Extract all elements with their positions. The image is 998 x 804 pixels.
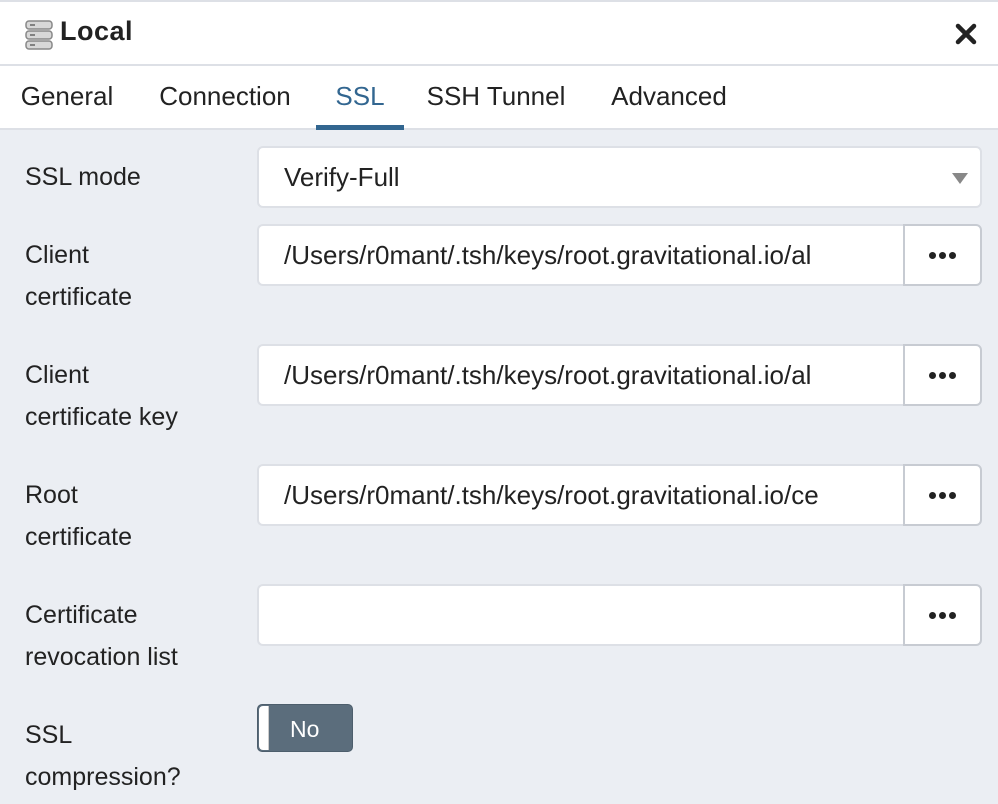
client-certificate-key-value: /Users/r0mant/.tsh/keys/root.gravitation… [284, 360, 812, 390]
client-certificate-key-browse-button[interactable] [903, 344, 982, 406]
ssl-compression-toggle[interactable]: No [257, 704, 353, 752]
root-certificate-value: /Users/r0mant/.tsh/keys/root.gravitation… [284, 480, 819, 510]
tab-ssh-tunnel[interactable]: SSH Tunnel [424, 66, 568, 128]
crl-input[interactable] [257, 584, 904, 646]
label-line: Root [25, 481, 78, 509]
ssl-mode-select[interactable]: Verify-Full [257, 146, 982, 208]
label-line: certificate [25, 283, 132, 311]
label-line: certificate key [25, 403, 178, 431]
ellipsis-icon [929, 371, 956, 379]
client-certificate-key-input[interactable]: /Users/r0mant/.tsh/keys/root.gravitation… [257, 344, 904, 406]
caret-down-icon [952, 173, 968, 184]
ssl-mode-value: Verify-Full [284, 162, 400, 192]
close-icon[interactable] [952, 20, 980, 48]
toggle-state: No [290, 716, 320, 742]
crl-browse-button[interactable] [903, 584, 982, 646]
label-line: SSL [25, 721, 73, 749]
client-certificate-input[interactable]: /Users/r0mant/.tsh/keys/root.gravitation… [257, 224, 904, 286]
root-certificate-label: Root certificate [25, 474, 132, 558]
dialog-title: Local [60, 16, 134, 46]
label-line: compression? [25, 763, 181, 791]
ssl-mode-label: SSL mode [25, 163, 141, 191]
tab-connection[interactable]: Connection [154, 66, 296, 128]
client-certificate-key-label: Client certificate key [25, 354, 178, 438]
label-line: revocation list [25, 643, 178, 671]
label-line: Certificate [25, 601, 138, 629]
ssl-compression-label: SSL compression? [25, 714, 181, 798]
ellipsis-icon [929, 611, 956, 619]
ellipsis-icon [929, 491, 956, 499]
label-line: certificate [25, 523, 132, 551]
toggle-knob [259, 706, 269, 750]
tab-bar: General Connection SSL SSH Tunnel Advanc… [0, 66, 998, 130]
tab-general[interactable]: General [19, 66, 115, 128]
label-line: Client [25, 361, 89, 389]
client-certificate-value: /Users/r0mant/.tsh/keys/root.gravitation… [284, 240, 812, 270]
dialog-header: Local [0, 0, 998, 66]
root-certificate-browse-button[interactable] [903, 464, 982, 526]
label-line: Client [25, 241, 89, 269]
tab-ssl[interactable]: SSL [316, 66, 404, 130]
client-certificate-browse-button[interactable] [903, 224, 982, 286]
server-icon [25, 20, 53, 50]
ellipsis-icon [929, 251, 956, 259]
crl-label: Certificate revocation list [25, 594, 178, 678]
root-certificate-input[interactable]: /Users/r0mant/.tsh/keys/root.gravitation… [257, 464, 904, 526]
client-certificate-label: Client certificate [25, 234, 132, 318]
tab-advanced[interactable]: Advanced [607, 66, 731, 128]
